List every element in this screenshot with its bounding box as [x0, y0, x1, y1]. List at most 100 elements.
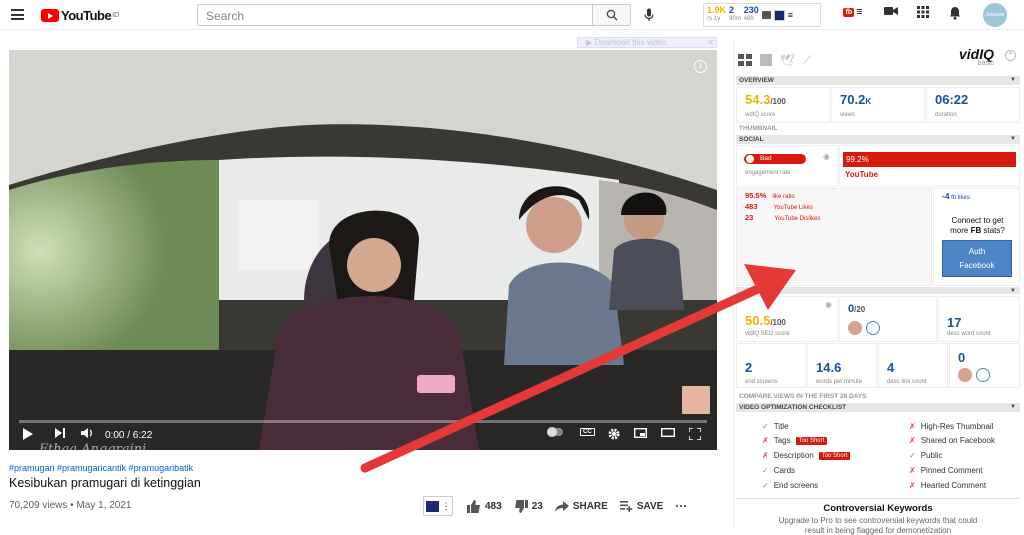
vidiq-comments-count: 2: [729, 5, 735, 15]
dislike-button[interactable]: 23: [514, 499, 543, 513]
compare-views-header[interactable]: COMPARE VIEWS IN THE FIRST 28 DAYS: [736, 392, 1020, 401]
camera-icon: [761, 11, 771, 19]
miniplayer-button[interactable]: [634, 428, 647, 438]
thumbs-down-icon: [514, 499, 528, 513]
share-icon: [554, 500, 569, 512]
x-icon: ✗: [762, 451, 769, 460]
desc-words-label: desc word count: [947, 331, 991, 337]
search-button[interactable]: [592, 5, 630, 25]
video-player[interactable]: i Fthaa Anggraini: [9, 50, 717, 450]
vidiq-score-card: 54.3/100 vidIQ score: [736, 87, 830, 123]
vidiq-score: 54.3: [745, 92, 771, 107]
grid-icon[interactable]: [738, 54, 752, 66]
vidiq-subs-count: 230: [743, 5, 759, 15]
twitter-icon[interactable]: 🕊: [780, 54, 795, 66]
more-actions-button[interactable]: ···: [675, 499, 687, 513]
like-button[interactable]: 483: [467, 499, 502, 513]
menu-lines-icon: ≡: [856, 6, 863, 18]
check-tags: Tags: [773, 436, 791, 445]
info-icon[interactable]: i: [694, 60, 707, 73]
check-icon: ✓: [762, 466, 769, 475]
controversial-text-2: result in being flagged for demonetizati…: [804, 526, 952, 535]
compare-label: COMPARE VIEWS IN THE FIRST 28 DAYS: [739, 393, 867, 400]
hamburger-menu-icon[interactable]: [11, 9, 24, 20]
progress-bar[interactable]: [19, 420, 707, 423]
video-meta: 70,209 views • May 1, 2021: [9, 500, 132, 511]
toggle-icon: [547, 427, 563, 437]
fullscreen-icon: [689, 428, 701, 440]
fullscreen-button[interactable]: [689, 428, 701, 440]
playlist-add-icon: [619, 500, 633, 512]
duration-card: 06:22 duration: [926, 87, 1020, 123]
bar-chart-icon[interactable]: [760, 54, 772, 66]
microphone-button[interactable]: [644, 8, 654, 27]
checklist-item: ✓ Public: [909, 451, 943, 460]
share-button[interactable]: SHARE: [554, 500, 608, 512]
youtube-bar: 99.2%: [843, 152, 1016, 167]
seo-score-card: ◉ 50.5/100 vidIQ SEO score: [736, 296, 838, 342]
vidiq-comments-sub: 90m: [729, 16, 741, 22]
checklist-item: ✗ Pinned Comment: [909, 466, 983, 475]
trend-icon[interactable]: ⟋: [803, 54, 811, 66]
next-icon: [55, 428, 65, 438]
social-header[interactable]: SOCIAL ▼: [736, 135, 1020, 144]
refresh-icon: [866, 321, 880, 335]
tags-max: /20: [854, 305, 866, 314]
seo-score: 50.5: [745, 313, 771, 328]
vidiq-tabs: 🕊 ⟋: [738, 54, 812, 66]
theater-mode-button[interactable]: [661, 428, 675, 437]
refresh-icon: [976, 368, 990, 382]
checklist-item: ✗ Shared on Facebook: [909, 436, 995, 445]
seo-header[interactable]: ▼: [736, 287, 1020, 294]
close-icon[interactable]: ✕: [707, 38, 714, 47]
like-ratio: 95.5%: [745, 191, 767, 200]
search-input[interactable]: Search: [198, 5, 592, 25]
check-public: Public: [920, 451, 943, 460]
controversial-title: Controversial Keywords: [823, 503, 933, 514]
bell-icon: [950, 7, 960, 20]
vidiq-fb-menu-button[interactable]: fb ≡: [838, 6, 868, 18]
likes-card: 95.5% like ratio 483 YouTube Likes 23 Yo…: [736, 188, 932, 286]
x-icon: ✗: [909, 481, 916, 490]
thumbnail-header[interactable]: THUMBNAIL: [736, 124, 1020, 133]
miniplayer-icon: [634, 428, 647, 438]
vidiq-views-sub: 1y: [713, 16, 721, 22]
hashtags[interactable]: #pramugari #pramugaricantik #pramugariba…: [9, 463, 193, 473]
volume-button[interactable]: [81, 428, 93, 438]
sad-face-icon: [746, 155, 754, 163]
overview-header[interactable]: OVERVIEW ▼: [736, 76, 1020, 85]
next-button[interactable]: [55, 428, 65, 438]
thumbnail-avatar-icon: [848, 321, 862, 335]
checklist-header[interactable]: VIDEO OPTIMIZATION CHECKLIST ▼: [736, 403, 1020, 412]
settings-button[interactable]: [608, 428, 620, 440]
captions-button[interactable]: CC: [580, 428, 595, 436]
auth-facebook-button[interactable]: Auth Facebook: [942, 240, 1012, 277]
collapse-icon[interactable]: ^: [1005, 50, 1016, 61]
time-display: 0:00 / 6:22: [105, 430, 153, 441]
play-button[interactable]: [23, 428, 33, 440]
fb-connect-bold: FB: [970, 226, 982, 235]
youtube-play-icon: [41, 9, 59, 22]
fb-connect-line1: Connect to get: [951, 216, 1004, 225]
check-icon: ✓: [909, 451, 916, 460]
end-screens-card: 2 end screens: [736, 343, 806, 388]
duration-value: 06:22: [935, 92, 969, 107]
search-box: Search: [197, 4, 631, 26]
download-video-bar[interactable]: ▶ Download this video ✕: [577, 37, 717, 48]
apps-button[interactable]: [917, 6, 929, 18]
checklist-item: ✓ Cards: [762, 466, 795, 475]
autoplay-toggle[interactable]: [547, 427, 563, 437]
avatar[interactable]: Jebusan: [983, 3, 1007, 27]
yt-likes: 483: [745, 202, 758, 211]
create-video-button[interactable]: [884, 6, 898, 16]
video-frame: [9, 50, 717, 450]
check-high-res: High-Res Thumbnail: [920, 422, 994, 431]
youtube-logo[interactable]: YouTube ID: [41, 8, 119, 23]
vidiq-toolbar-stats[interactable]: 1.9K ◷ 1y 2 90m 230 48h ≡: [703, 3, 821, 27]
vidiq-play-icon: [773, 9, 785, 21]
gear-icon: [608, 428, 620, 440]
save-button[interactable]: SAVE: [619, 500, 663, 512]
notifications-button[interactable]: [949, 6, 961, 20]
vidiq-extension-button[interactable]: ⋮: [423, 496, 453, 516]
vidiq-logo: vidIQ basic: [959, 46, 994, 67]
